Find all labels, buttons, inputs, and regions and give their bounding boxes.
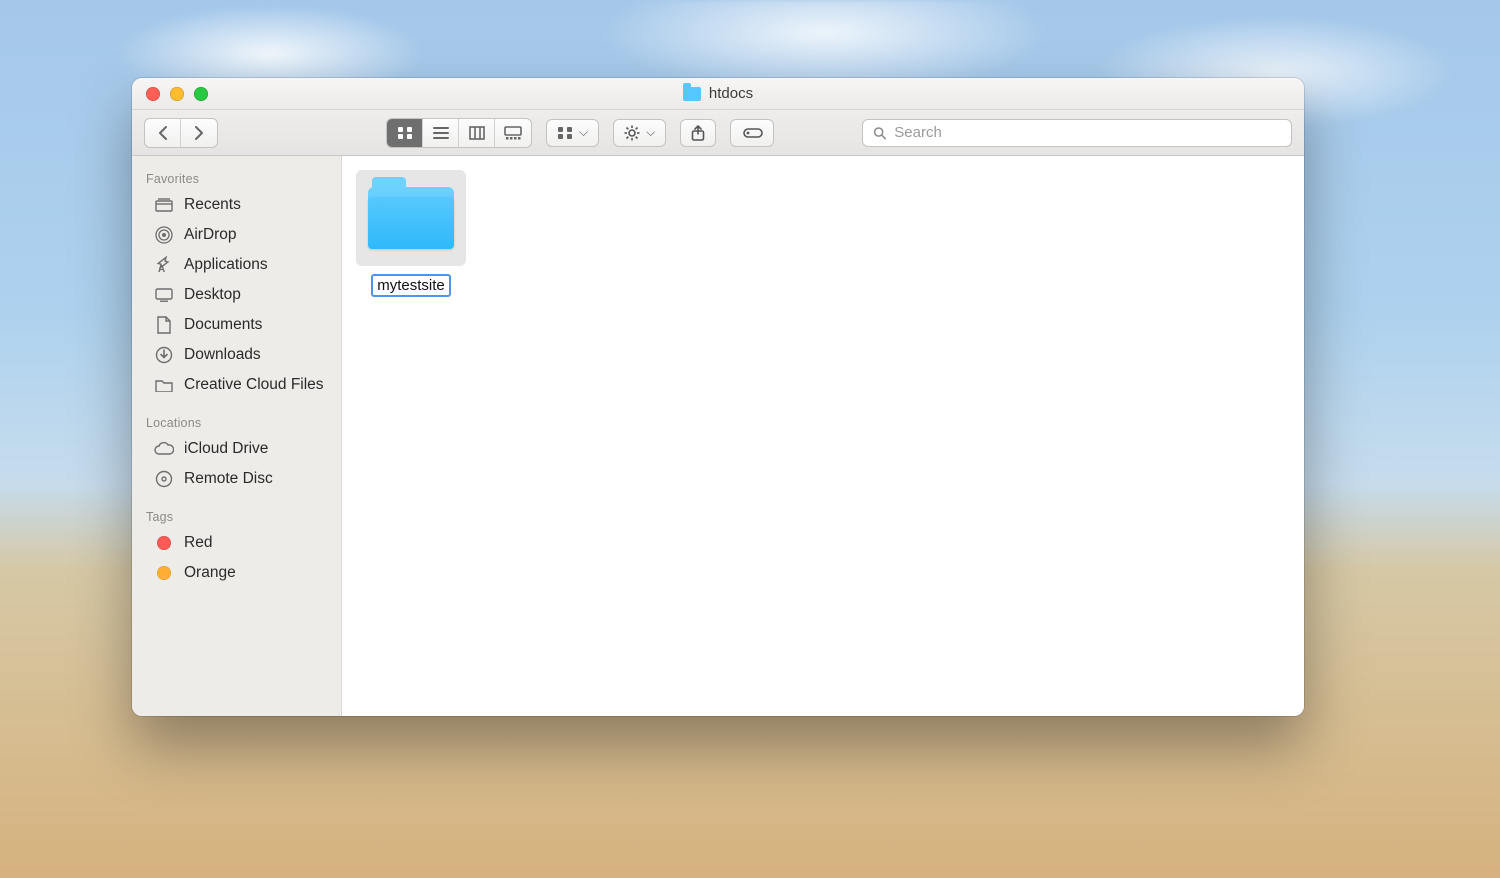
downloads-icon <box>154 346 174 364</box>
sidebar-item-label: Applications <box>184 256 268 274</box>
zoom-window-button[interactable] <box>194 87 208 101</box>
recents-icon <box>154 198 174 212</box>
titlebar: htdocs <box>132 78 1304 110</box>
file-name-edit[interactable]: mytestsite <box>371 274 451 297</box>
sidebar-item-label: iCloud Drive <box>184 440 268 458</box>
grid-icon <box>557 126 573 140</box>
sidebar-item-label: AirDrop <box>184 226 237 244</box>
sidebar-item-applications[interactable]: A Applications <box>132 250 341 280</box>
sidebar-tag-red[interactable]: Red <box>132 528 341 558</box>
view-mode-group <box>386 118 532 148</box>
svg-text:A: A <box>158 264 165 274</box>
folder-icon-selected <box>356 170 466 266</box>
window-body: Favorites Recents AirDrop A Applications <box>132 156 1304 716</box>
toolbar: ⌵ ⌵ <box>132 110 1304 156</box>
share-button[interactable] <box>680 119 716 147</box>
sidebar-item-icloud-drive[interactable]: iCloud Drive <box>132 434 341 464</box>
sidebar-item-recents[interactable]: Recents <box>132 190 341 220</box>
sidebar-item-downloads[interactable]: Downloads <box>132 340 341 370</box>
folder-icon <box>154 378 174 392</box>
sidebar-item-documents[interactable]: Documents <box>132 310 341 340</box>
close-window-button[interactable] <box>146 87 160 101</box>
back-button[interactable] <box>145 119 181 147</box>
tags-button[interactable] <box>730 119 774 147</box>
sidebar-item-remote-disc[interactable]: Remote Disc <box>132 464 341 494</box>
column-view-button[interactable] <box>459 119 495 147</box>
sidebar-tag-orange[interactable]: Orange <box>132 558 341 588</box>
chevron-down-icon: ⌵ <box>579 125 588 140</box>
disc-icon <box>154 470 174 488</box>
sidebar-item-airdrop[interactable]: AirDrop <box>132 220 341 250</box>
gear-icon <box>624 125 640 141</box>
finder-window: htdocs <box>132 78 1304 716</box>
tag-icon <box>741 126 763 140</box>
documents-icon <box>154 316 174 334</box>
desktop-icon <box>154 288 174 302</box>
window-controls <box>132 87 208 101</box>
airdrop-icon <box>154 226 174 244</box>
window-title: htdocs <box>132 85 1304 102</box>
folder-icon <box>683 87 701 101</box>
sidebar: Favorites Recents AirDrop A Applications <box>132 156 342 716</box>
list-view-button[interactable] <box>423 119 459 147</box>
sidebar-item-creative-cloud[interactable]: Creative Cloud Files <box>132 370 341 400</box>
sidebar-section-favorites: Favorites <box>132 166 341 190</box>
icon-view-button[interactable] <box>387 119 423 147</box>
icloud-icon <box>154 442 174 456</box>
search-field[interactable] <box>862 119 1292 147</box>
file-item-folder[interactable]: mytestsite <box>356 170 466 297</box>
sidebar-item-label: Downloads <box>184 346 261 364</box>
sidebar-item-label: Documents <box>184 316 262 334</box>
tag-dot-red-icon <box>154 536 174 550</box>
sidebar-item-label: Remote Disc <box>184 470 273 488</box>
share-icon <box>691 125 705 141</box>
sidebar-item-label: Creative Cloud Files <box>184 376 324 394</box>
chevron-down-icon: ⌵ <box>646 125 655 140</box>
sidebar-item-label: Desktop <box>184 286 241 304</box>
sidebar-section-tags: Tags <box>132 504 341 528</box>
sidebar-section-locations: Locations <box>132 410 341 434</box>
search-icon <box>873 126 886 140</box>
search-input[interactable] <box>894 124 1281 141</box>
folder-icon <box>368 187 454 249</box>
group-by-button[interactable]: ⌵ <box>546 119 599 147</box>
gallery-view-button[interactable] <box>495 119 531 147</box>
window-title-text: htdocs <box>709 85 753 102</box>
nav-back-forward <box>144 118 218 148</box>
sidebar-item-label: Orange <box>184 564 236 582</box>
sidebar-item-label: Red <box>184 534 212 552</box>
action-menu-button[interactable]: ⌵ <box>613 119 666 147</box>
forward-button[interactable] <box>181 119 217 147</box>
tag-dot-orange-icon <box>154 566 174 580</box>
sidebar-item-label: Recents <box>184 196 241 214</box>
content-area[interactable]: mytestsite <box>342 156 1304 716</box>
sidebar-item-desktop[interactable]: Desktop <box>132 280 341 310</box>
minimize-window-button[interactable] <box>170 87 184 101</box>
applications-icon: A <box>154 256 174 274</box>
